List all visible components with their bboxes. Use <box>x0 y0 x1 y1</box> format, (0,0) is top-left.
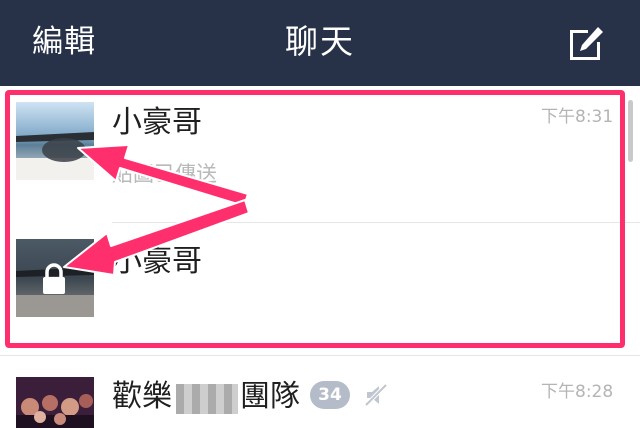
chat-time: 下午8:28 <box>541 382 614 402</box>
chat-name-prefix: 歡樂 <box>112 379 172 414</box>
highlight-box <box>5 90 625 348</box>
avatar <box>16 377 94 428</box>
blurred-name-segment <box>176 384 238 414</box>
mute-icon <box>362 381 390 409</box>
compose-icon[interactable] <box>566 24 606 64</box>
page-title: 聊天 <box>285 22 355 61</box>
chat-name-suffix: 團隊 <box>240 379 300 414</box>
unread-badge: 34 <box>310 381 350 409</box>
scrollbar[interactable] <box>628 100 633 162</box>
chat-list-screen: 編輯 聊天 小豪哥 下午8:31 貼圖已傳送 小豪哥 歡樂 團隊 下午8:28 … <box>0 0 640 428</box>
top-bar: 編輯 聊天 <box>0 0 640 86</box>
